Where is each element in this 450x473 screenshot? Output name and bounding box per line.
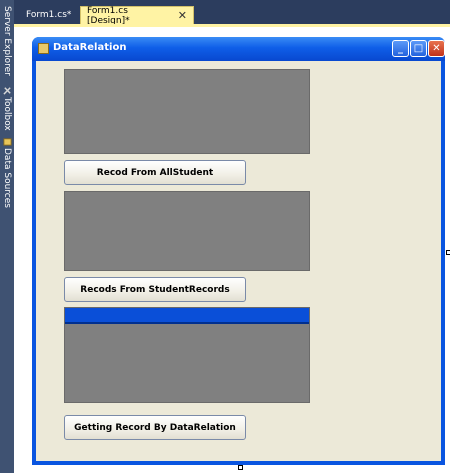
form-title: DataRelation: [53, 42, 127, 53]
resize-handle-right[interactable]: [446, 250, 450, 255]
getting-record-by-datarelation-button[interactable]: Getting Record By DataRelation: [64, 415, 246, 440]
server-explorer-label: Server Explorer: [2, 6, 12, 76]
tab-form1-code[interactable]: Form1.cs*: [20, 6, 77, 24]
form-titlebar: DataRelation _ □ ✕: [32, 37, 445, 61]
form-icon: [38, 43, 49, 54]
tool-window-strip: Server Explorer Toolbox Data Sources: [0, 0, 15, 473]
close-button[interactable]: ✕: [428, 40, 445, 57]
tab-label: Form1.cs [Design]*: [87, 5, 130, 26]
data-sources-label: Data Sources: [2, 148, 12, 208]
resize-handle-bottom[interactable]: [238, 465, 243, 470]
minimize-button[interactable]: _: [392, 40, 409, 57]
data-sources-icon: [2, 138, 12, 146]
toolbox-tab[interactable]: Toolbox: [0, 86, 14, 131]
datagrid-data-relation[interactable]: [64, 307, 310, 403]
tab-label: Form1.cs*: [26, 10, 72, 20]
datagrid-student-records[interactable]: [64, 191, 310, 271]
toolbox-label: Toolbox: [2, 97, 12, 131]
toolbox-icon: [2, 87, 11, 95]
form-window[interactable]: DataRelation _ □ ✕ Recod From AllStudent…: [32, 37, 445, 465]
datagrid-all-student[interactable]: [64, 69, 310, 154]
data-sources-tab[interactable]: Data Sources: [0, 137, 14, 208]
document-tab-bar: Form1.cs* Form1.cs [Design]* ✕: [14, 0, 450, 26]
record-from-allstudent-button[interactable]: Recod From AllStudent: [64, 160, 246, 185]
server-explorer-tab[interactable]: Server Explorer: [0, 6, 14, 76]
datagrid-caption-bar: [65, 308, 309, 324]
close-tab-icon[interactable]: ✕: [178, 9, 187, 22]
tab-form1-design[interactable]: Form1.cs [Design]* ✕: [80, 5, 194, 26]
maximize-button[interactable]: □: [410, 40, 427, 57]
form-client-area: Recod From AllStudent Recods From Studen…: [36, 61, 441, 461]
records-from-studentrecords-button[interactable]: Recods From StudentRecords: [64, 277, 246, 302]
